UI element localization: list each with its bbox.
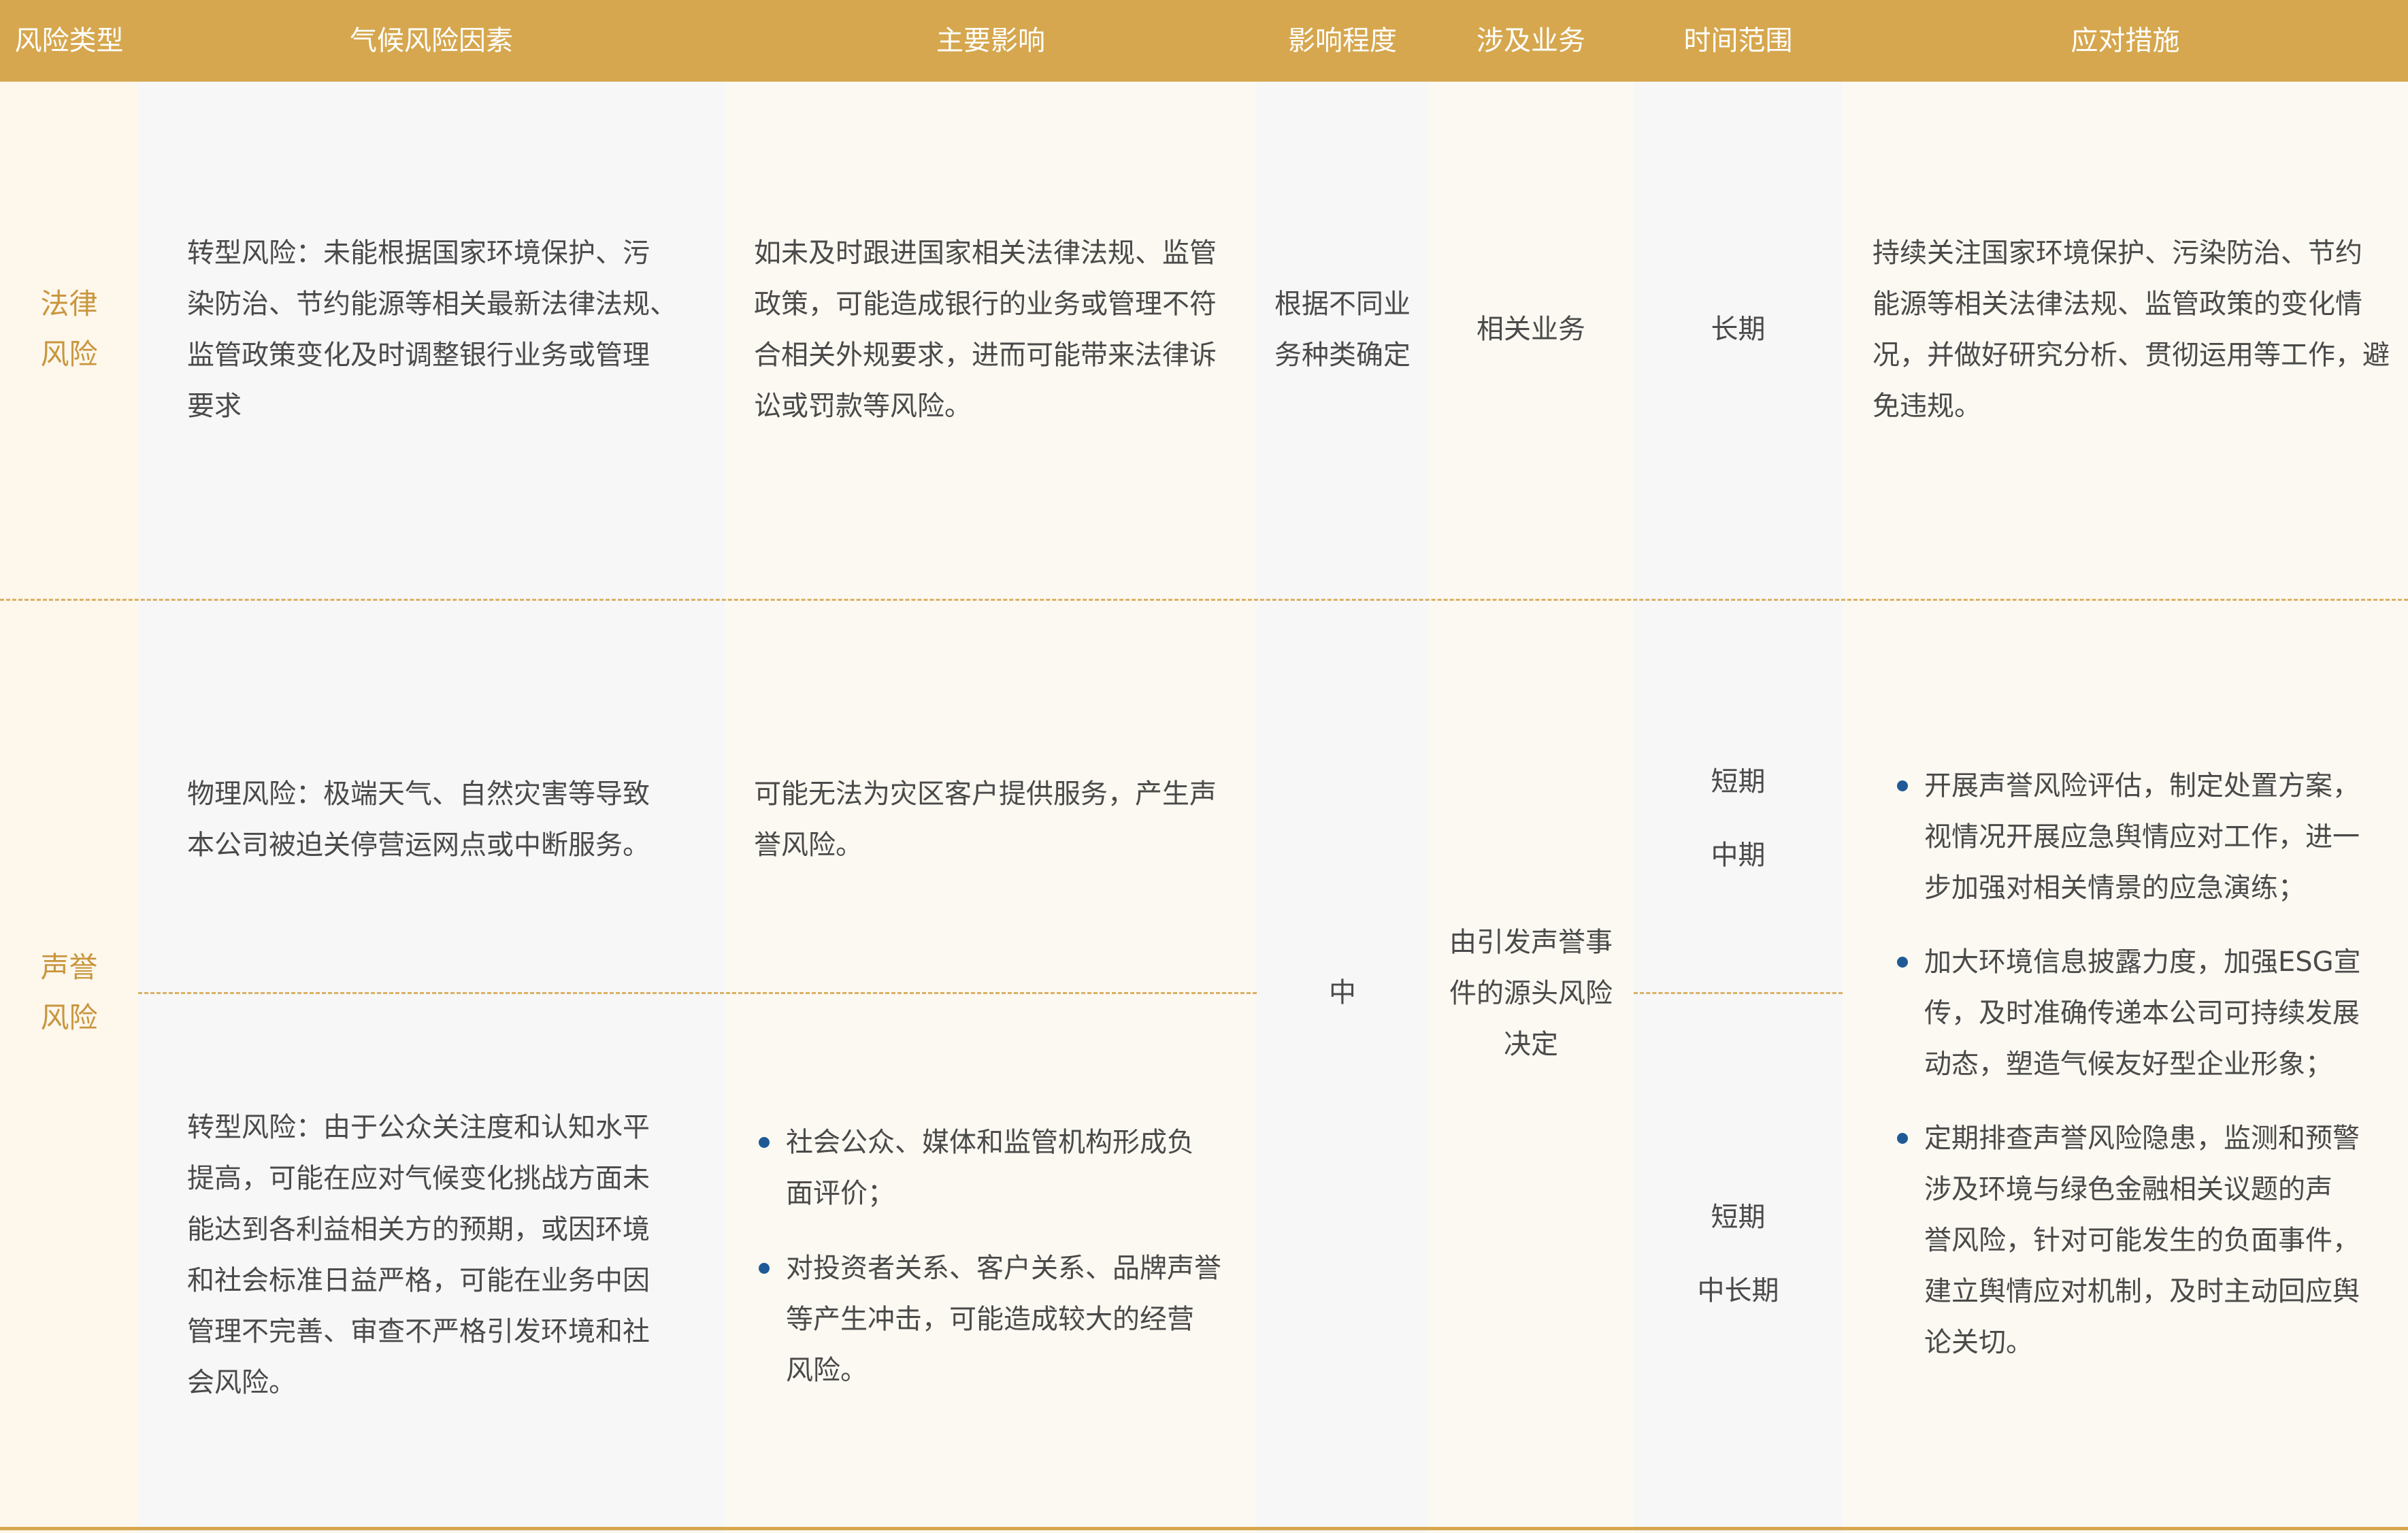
bullet-dot bbox=[1897, 957, 1908, 968]
measure-text: 加大环境信息披露力度，加强ESG宣 传，及时准确传递本公司可持续发展 动态，塑造… bbox=[1924, 946, 2361, 1080]
header-business: 涉及业务 bbox=[1477, 25, 1585, 56]
list-item: 社会公众、媒体和监管机构形成负 面评价； bbox=[759, 1117, 1254, 1219]
header-main-impact: 主要影响 bbox=[936, 25, 1045, 56]
reputation-transition-time-2: 中长期 bbox=[1697, 1275, 1779, 1306]
table-header: 风险类型 气候风险因素 主要影响 影响程度 涉及业务 时间范围 应对措施 bbox=[0, 0, 2408, 82]
degree-column-bg bbox=[1257, 0, 1428, 1533]
impact-text: 社会公众、媒体和监管机构形成负 面评价； bbox=[786, 1127, 1194, 1209]
header-impact-degree: 影响程度 bbox=[1288, 25, 1397, 56]
header-risk-type: 风险类型 bbox=[14, 25, 124, 56]
legal-measure: 持续关注国家环境保护、污染防治、节约 能源等相关法律法规、监管政策的变化情 况，… bbox=[1873, 237, 2390, 422]
subrow-separator-left bbox=[138, 992, 1257, 994]
type-column-bg bbox=[0, 0, 138, 1533]
legal-business: 相关业务 bbox=[1477, 314, 1585, 345]
header-measures: 应对措施 bbox=[2071, 25, 2180, 56]
list-item: 开展声誉风险评估，制定处置方案， 视情况开展应急舆情应对工作，进一 步加强对相关… bbox=[1897, 761, 2404, 914]
reputation-physical-impact: 可能无法为灾区客户提供服务，产生声 誉风险。 bbox=[754, 778, 1217, 861]
reputation-business: 由引发声誉事 件的源头风险 决定 bbox=[1449, 927, 1613, 1060]
reputation-physical-time-2: 中期 bbox=[1711, 840, 1766, 871]
risk-type-legal: 法律 风险 bbox=[40, 287, 98, 371]
reputation-physical-factor: 物理风险：极端天气、自然灾害等导致 本公司被迫关停营运网点或中断服务。 bbox=[187, 778, 650, 861]
bullet-dot bbox=[759, 1137, 770, 1148]
legal-impact: 如未及时跟进国家相关法律法规、监管 政策，可能造成银行的业务或管理不符 合相关外… bbox=[754, 237, 1217, 422]
business-column-bg bbox=[1428, 0, 1634, 1533]
subrow-separator-time bbox=[1634, 992, 1843, 994]
header-climate-factors: 气候风险因素 bbox=[350, 25, 513, 56]
impact-text: 对投资者关系、客户关系、品牌声誉 等产生冲击，可能造成较大的经营 风险。 bbox=[786, 1253, 1221, 1386]
measure-text: 开展声誉风险评估，制定处置方案， 视情况开展应急舆情应对工作，进一 步加强对相关… bbox=[1924, 770, 2360, 904]
list-item: 定期排查声誉风险隐患，监测和预警 涉及环境与绿色金融相关议题的声 誉风险，针对可… bbox=[1897, 1113, 2404, 1368]
risk-type-reputation: 声誉 风险 bbox=[40, 951, 98, 1034]
reputation-physical-time-1: 短期 bbox=[1711, 766, 1766, 797]
bullet-dot bbox=[1897, 1133, 1908, 1144]
table-bottom-border bbox=[0, 1527, 2408, 1530]
reputation-transition-time-1: 短期 bbox=[1711, 1202, 1766, 1233]
reputation-measures: 开展声誉风险评估，制定处置方案， 视情况开展应急舆情应对工作，进一 步加强对相关… bbox=[1897, 761, 2404, 1368]
reputation-transition-factor: 转型风险：由于公众关注度和认知水平 提高，可能在应对气候变化挑战方面未 能达到各… bbox=[187, 1112, 650, 1398]
list-item: 对投资者关系、客户关系、品牌声誉 等产生冲击，可能造成较大的经营 风险。 bbox=[759, 1243, 1254, 1396]
bullet-dot bbox=[759, 1263, 770, 1274]
legal-factor: 转型风险：未能根据国家环境保护、污 染防治、节约能源等相关最新法律法规、 监管政… bbox=[187, 237, 677, 422]
header-time-range: 时间范围 bbox=[1683, 25, 1793, 56]
list-item: 加大环境信息披露力度，加强ESG宣 传，及时准确传递本公司可持续发展 动态，塑造… bbox=[1897, 937, 2404, 1090]
legal-degree: 根据不同业 务种类确定 bbox=[1274, 289, 1411, 371]
bullet-dot bbox=[1897, 780, 1908, 791]
reputation-degree: 中 bbox=[1329, 977, 1356, 1008]
reputation-transition-impacts: 社会公众、媒体和监管机构形成负 面评价； 对投资者关系、客户关系、品牌声誉 等产… bbox=[759, 1117, 1254, 1396]
legal-time: 长期 bbox=[1711, 314, 1766, 345]
measure-text: 定期排查声誉风险隐患，监测和预警 涉及环境与绿色金融相关议题的声 誉风险，针对可… bbox=[1924, 1123, 2360, 1358]
row-separator bbox=[0, 599, 2408, 601]
